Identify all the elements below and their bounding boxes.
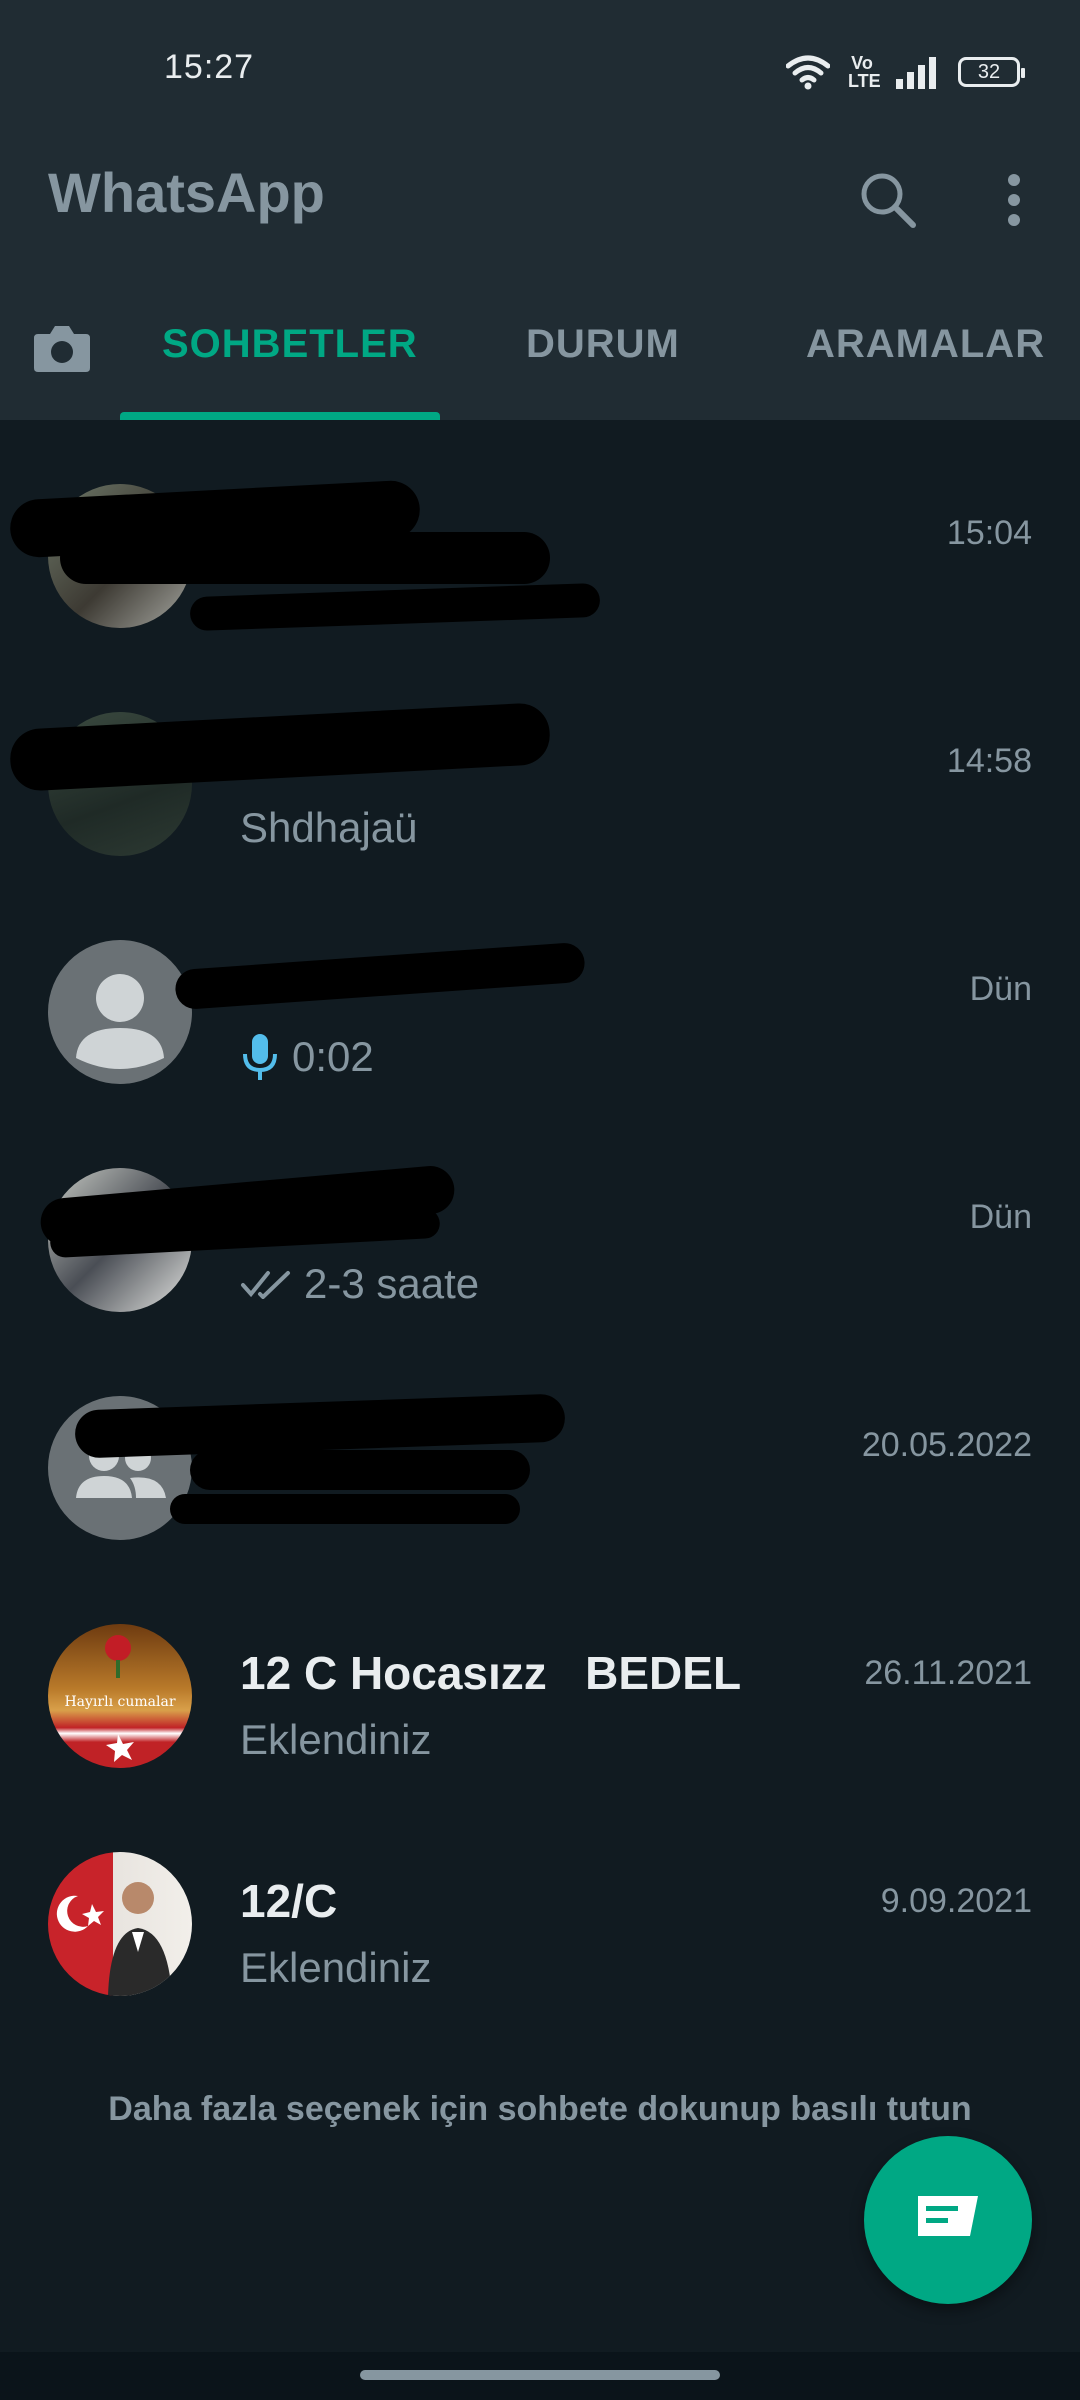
tab-calls[interactable]: ARAMALAR xyxy=(806,322,1045,367)
active-tab-indicator xyxy=(120,412,440,420)
redaction-scribble xyxy=(189,582,601,632)
chat-preview: Eklendiniz xyxy=(240,1716,432,1763)
double-check-icon xyxy=(241,1271,290,1299)
chat-preview: Shdhajaü xyxy=(240,804,418,852)
chat-time: 9.09.2021 xyxy=(880,1882,1032,1920)
chat-name: 12 C Hocasızz BEDEL xyxy=(240,1647,742,1699)
avatar xyxy=(48,1852,192,1996)
microphone-icon xyxy=(243,1034,277,1080)
chat-preview-text: 2-3 saate xyxy=(304,1260,480,1307)
rose-image: Hayırlı cumalar xyxy=(64,1635,176,1762)
avatar xyxy=(48,940,192,1084)
camera-icon[interactable] xyxy=(30,316,94,380)
new-chat-icon xyxy=(918,2196,978,2236)
avatar-caption: Hayırlı cumalar xyxy=(64,1694,175,1710)
chat-time: 20.05.2022 xyxy=(861,1426,1032,1464)
chat-preview: 2-3 saate xyxy=(240,1260,479,1308)
wifi-icon xyxy=(786,55,830,90)
tab-chats[interactable]: SOHBETLER xyxy=(162,322,418,367)
redaction-scribble xyxy=(8,701,552,793)
redaction-scribble xyxy=(170,1494,520,1524)
redaction-scribble xyxy=(60,532,550,584)
chat-item[interactable]: 12/C Eklendiniz 9.09.2021 xyxy=(0,1808,1080,2036)
long-press-hint: Daha fazla seçenek için sohbete dokunup … xyxy=(108,2090,972,2128)
default-person-icon xyxy=(76,974,164,1069)
new-chat-button[interactable] xyxy=(864,2136,1032,2304)
redaction-scribble xyxy=(190,1450,530,1490)
chat-name: 12/C xyxy=(240,1875,338,1927)
volte-label: Vo LTE xyxy=(848,53,881,91)
chat-time: 14:58 xyxy=(946,742,1032,780)
avatar: Hayırlı cumalar xyxy=(48,1624,192,1768)
chat-item[interactable]: 2-3 saate Dün xyxy=(0,1124,1080,1352)
chat-preview: Eklendiniz xyxy=(240,1944,432,1991)
gesture-handle[interactable] xyxy=(360,2370,720,2380)
chat-item[interactable]: Shdhajaü 14:58 xyxy=(0,668,1080,896)
tab-status[interactable]: DURUM xyxy=(526,322,680,367)
battery-icon: 32 xyxy=(958,57,1025,87)
more-vert-icon[interactable] xyxy=(974,160,1054,240)
chat-time: Dün xyxy=(969,970,1032,1008)
app-title: WhatsApp xyxy=(48,161,325,224)
chat-time: Dün xyxy=(969,1198,1032,1236)
redaction-scribble xyxy=(174,941,586,1011)
status-time: 15:27 xyxy=(164,48,255,86)
search-icon[interactable] xyxy=(848,160,928,240)
chat-item[interactable]: 20.05.2022 xyxy=(0,1352,1080,1580)
chat-time: 26.11.2021 xyxy=(864,1654,1032,1692)
chat-item[interactable]: Hayırlı cumalar 12 C Hocasızz BEDEL Ekle… xyxy=(0,1580,1080,1808)
chat-preview-text: Shdhajaü xyxy=(240,804,418,851)
portrait-image xyxy=(56,1882,172,1996)
signal-icon xyxy=(896,57,936,89)
chat-item[interactable]: 0:02 Dün xyxy=(0,896,1080,1124)
chat-item[interactable]: 15:04 xyxy=(0,440,1080,668)
voice-duration: 0:02 xyxy=(292,1033,374,1080)
chat-preview: 0:02 xyxy=(240,1032,374,1082)
chat-time: 15:04 xyxy=(946,514,1032,552)
status-icons: Vo LTE 32 xyxy=(786,50,1025,94)
